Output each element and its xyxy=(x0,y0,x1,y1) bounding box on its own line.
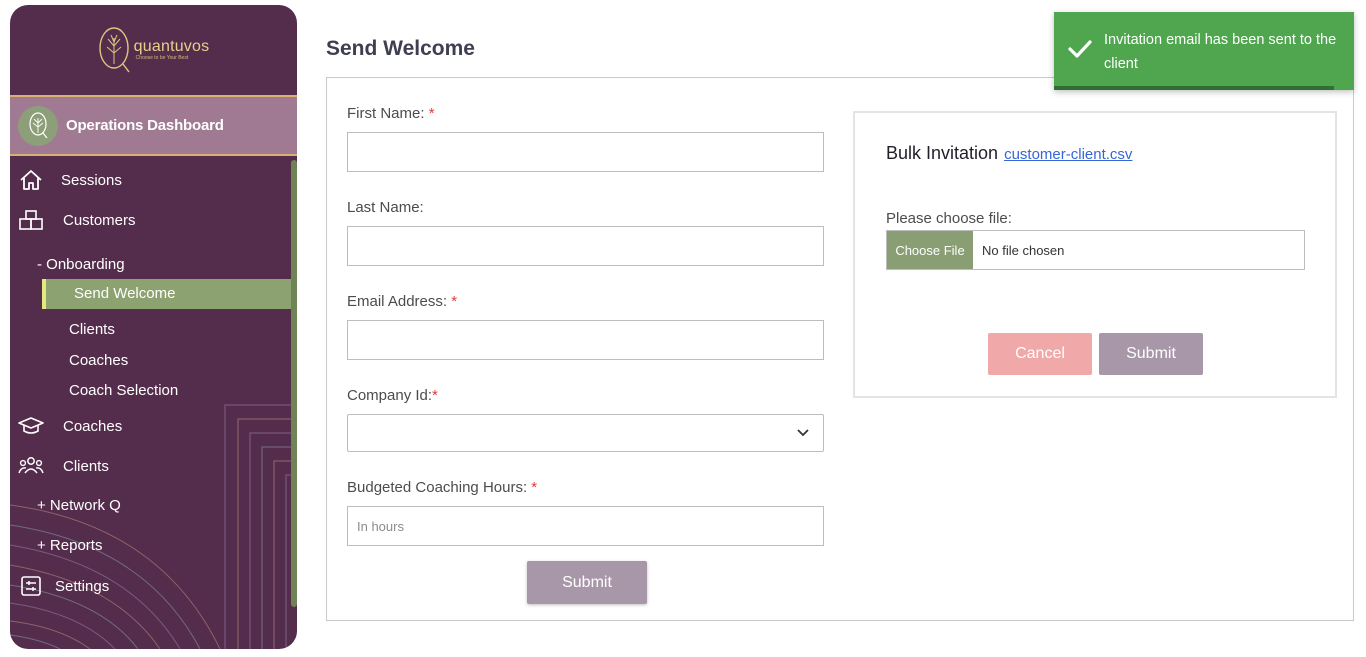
tree-logo-icon xyxy=(29,111,48,138)
sidebar-item-send-welcome[interactable]: Send Welcome xyxy=(42,279,291,309)
sidebar-item-reports[interactable]: + Reports xyxy=(37,537,102,554)
sidebar-item-label: Coaches xyxy=(63,417,123,435)
page-title: Send Welcome xyxy=(326,37,475,60)
avatar xyxy=(18,105,58,146)
company-id-select[interactable] xyxy=(347,414,824,452)
required-mark: * xyxy=(531,479,538,496)
last-name-label: Last Name: xyxy=(347,199,424,216)
toast-message: Invitation email has been sent to the cl… xyxy=(1104,32,1337,72)
bulk-title-text: Bulk Invitation xyxy=(886,143,999,163)
email-label-text: Email Address: xyxy=(347,293,448,310)
sidebar-scrollbar[interactable] xyxy=(291,160,297,607)
sidebar-item-network-q[interactable]: + Network Q xyxy=(37,497,121,514)
company-id-label-text: Company Id: xyxy=(347,387,433,404)
quantuvos-logo: quantuvos Choose to be Your Best xyxy=(98,26,210,74)
submit-button[interactable]: Submit xyxy=(527,561,647,604)
required-mark: * xyxy=(428,105,435,122)
sidebar-item-label: Customers xyxy=(63,211,136,229)
last-name-input[interactable] xyxy=(347,226,824,266)
sidebar-item-clients-sub[interactable]: Clients xyxy=(69,321,115,338)
bulk-submit-button[interactable]: Submit xyxy=(1099,333,1203,375)
sidebar-item-clients[interactable]: Clients xyxy=(10,451,109,481)
success-toast[interactable]: Invitation email has been sent to the cl… xyxy=(1054,12,1354,90)
file-input[interactable]: Choose File No file chosen xyxy=(886,230,1305,270)
sidebar-item-coaches-sub[interactable]: Coaches xyxy=(69,352,128,369)
csv-template-link[interactable]: customer-client.csv xyxy=(1004,146,1132,163)
sidebar-item-coaches[interactable]: Coaches xyxy=(10,411,122,441)
required-mark: * xyxy=(451,293,458,310)
first-name-input[interactable] xyxy=(347,132,824,172)
sidebar-item-onboarding[interactable]: - Onboarding xyxy=(37,256,125,273)
company-id-label: Company Id:* xyxy=(347,387,438,404)
boxes-icon xyxy=(17,208,45,232)
send-welcome-form: First Name: * Last Name: Email Address: … xyxy=(326,77,1354,621)
first-name-label-text: First Name: xyxy=(347,105,425,122)
logo-area: quantuvos Choose to be Your Best xyxy=(10,5,297,95)
sidebar-item-label: Settings xyxy=(55,577,110,595)
no-file-text: No file chosen xyxy=(982,242,1065,258)
check-icon xyxy=(1068,40,1092,58)
hours-input[interactable]: In hours xyxy=(347,506,824,546)
choose-file-label: Please choose file: xyxy=(886,210,1012,227)
required-mark: * xyxy=(432,387,438,404)
bulk-invitation-title: Bulk Invitation customer-client.csv xyxy=(886,143,1132,164)
cancel-button[interactable]: Cancel xyxy=(988,333,1092,375)
sidebar-item-coach-selection[interactable]: Coach Selection xyxy=(69,382,178,399)
graduation-cap-icon xyxy=(17,414,45,438)
sidebar: quantuvos Choose to be Your Best Operati… xyxy=(10,5,297,649)
sidebar-item-label: Clients xyxy=(63,457,109,475)
sidebar-item-label: Send Welcome xyxy=(74,285,176,302)
sidebar-item-customers[interactable]: Customers xyxy=(10,205,136,235)
email-label: Email Address: * xyxy=(347,293,457,310)
logo-name: quantuvos xyxy=(133,38,210,55)
logo-tagline: Choose to be Your Best xyxy=(135,55,189,61)
chevron-down-icon xyxy=(797,429,809,437)
dashboard-title: Operations Dashboard xyxy=(66,117,224,134)
operations-dashboard-header[interactable]: Operations Dashboard xyxy=(10,97,297,154)
sidebar-item-settings[interactable]: Settings xyxy=(10,571,109,601)
hours-label: Budgeted Coaching Hours: * xyxy=(347,479,537,496)
bulk-invitation-panel: Bulk Invitation customer-client.csv Plea… xyxy=(853,111,1337,398)
sidebar-item-sessions[interactable]: Sessions xyxy=(10,165,122,195)
sidebar-item-label: Sessions xyxy=(61,171,122,189)
first-name-label: First Name: * xyxy=(347,105,435,122)
hours-label-text: Budgeted Coaching Hours: xyxy=(347,479,528,496)
email-input[interactable] xyxy=(347,320,824,360)
settings-icon xyxy=(17,574,45,598)
divider xyxy=(10,154,297,156)
choose-file-button[interactable]: Choose File xyxy=(887,231,973,269)
tree-logo-icon xyxy=(98,27,130,73)
home-icon xyxy=(17,168,45,192)
toast-progress-bar xyxy=(1054,86,1334,90)
users-icon xyxy=(17,454,45,478)
